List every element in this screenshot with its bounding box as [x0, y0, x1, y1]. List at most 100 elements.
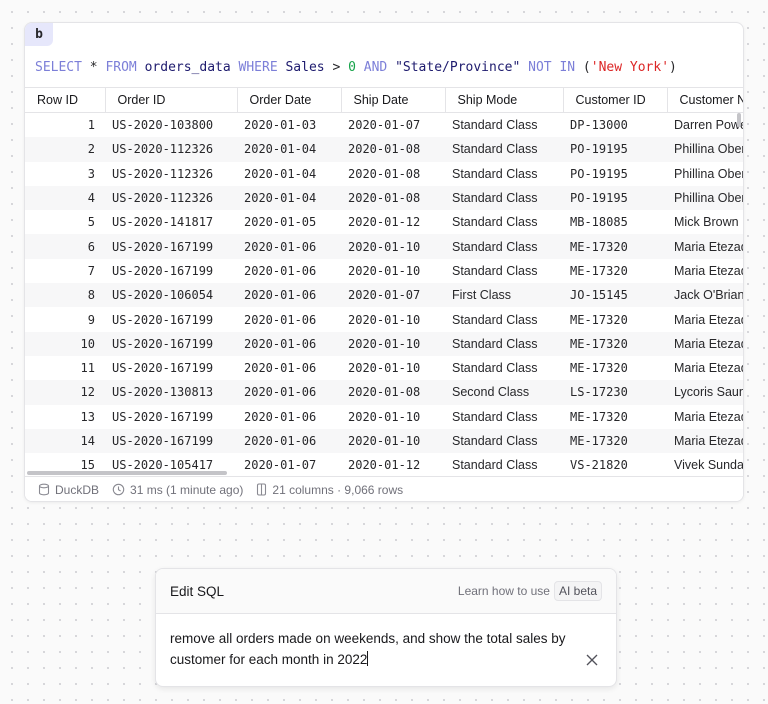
table-cell[interactable]: 2020-01-06: [237, 234, 341, 259]
table-cell[interactable]: Darren Powers: [667, 113, 743, 138]
table-cell[interactable]: 2020-01-06: [237, 307, 341, 331]
table-cell[interactable]: 2020-01-12: [341, 453, 445, 476]
table-cell[interactable]: First Class: [445, 283, 563, 308]
result-grid[interactable]: Row ID Order ID Order Date Ship Date Ship Mo…: [25, 87, 743, 476]
table-cell[interactable]: 9: [25, 307, 105, 331]
table-cell[interactable]: 1: [25, 113, 105, 138]
table-cell[interactable]: 5: [25, 210, 105, 234]
column-header[interactable]: Ship Mode: [445, 87, 564, 113]
table-cell[interactable]: 8: [25, 283, 105, 308]
table-cell[interactable]: Phillina Ober: [667, 185, 743, 211]
table-cell[interactable]: 2020-01-10: [341, 307, 445, 331]
table-cell[interactable]: 2020-01-06: [237, 283, 341, 308]
table-cell[interactable]: US-2020-167199: [105, 356, 237, 380]
close-icon[interactable]: [584, 652, 600, 668]
table-cell[interactable]: ME-17320: [563, 259, 667, 283]
table-cell[interactable]: US-2020-167199: [105, 331, 237, 356]
table-cell[interactable]: 10: [25, 331, 105, 356]
table-cell[interactable]: 6: [25, 234, 105, 259]
vertical-scrollbar[interactable]: [737, 113, 741, 127]
table-cell[interactable]: 2020-01-07: [237, 453, 341, 476]
table-cell[interactable]: Lycoris Saunders: [667, 380, 743, 405]
table-cell[interactable]: 12: [25, 380, 105, 405]
learn-how-link[interactable]: Learn how to use AI beta: [458, 581, 602, 601]
table-row[interactable]: 7 US-2020-167199 2020-01-06 2020-01-10 Stand…: [25, 259, 743, 283]
table-cell[interactable]: VS-21820: [563, 453, 667, 476]
table-cell[interactable]: Standard Class: [445, 259, 563, 283]
table-cell[interactable]: Standard Class: [445, 307, 563, 331]
table-cell[interactable]: Maria Etezadi: [667, 234, 743, 259]
table-row[interactable]: 2 US-2020-112326 2020-01-04 2020-01-08 Stand…: [25, 137, 743, 162]
table-cell[interactable]: PO-19195: [563, 162, 667, 186]
table-row[interactable]: 4 US-2020-112326 2020-01-04 2020-01-08 Stand…: [25, 185, 743, 211]
table-cell[interactable]: MB-18085: [563, 210, 667, 234]
table-cell[interactable]: ME-17320: [563, 356, 667, 380]
table-cell[interactable]: Maria Etezadi: [667, 307, 743, 331]
table-cell[interactable]: Jack O'Briant: [667, 283, 743, 308]
table-cell[interactable]: DP-13000: [563, 113, 667, 138]
table-cell[interactable]: PO-19195: [563, 137, 667, 162]
table-cell[interactable]: 11: [25, 356, 105, 380]
table-row[interactable]: 1 US-2020-103800 2020-01-03 2020-01-07 Stand…: [25, 113, 743, 138]
column-header[interactable]: Customer Na: [667, 87, 743, 113]
table-cell[interactable]: 2020-01-08: [341, 137, 445, 162]
column-header[interactable]: Ship Date: [341, 87, 446, 113]
table-cell[interactable]: US-2020-130813: [105, 380, 237, 405]
table-cell[interactable]: 2020-01-10: [341, 234, 445, 259]
table-cell[interactable]: 4: [25, 185, 105, 211]
table-cell[interactable]: 2020-01-04: [237, 137, 341, 162]
table-cell[interactable]: Standard Class: [445, 162, 563, 186]
table-cell[interactable]: US-2020-167199: [105, 428, 237, 454]
table-cell[interactable]: US-2020-112326: [105, 185, 237, 211]
horizontal-scrollbar[interactable]: [27, 471, 227, 475]
table-cell[interactable]: 2020-01-06: [237, 356, 341, 380]
table-cell[interactable]: US-2020-167199: [105, 307, 237, 331]
table-cell[interactable]: US-2020-167199: [105, 405, 237, 429]
table-cell[interactable]: Second Class: [445, 380, 563, 405]
table-cell[interactable]: 2020-01-08: [341, 162, 445, 186]
table-row[interactable]: 8 US-2020-106054 2020-01-06 2020-01-07 First…: [25, 283, 743, 308]
table-cell[interactable]: Standard Class: [445, 137, 563, 162]
table-cell[interactable]: 2: [25, 137, 105, 162]
table-cell[interactable]: 2020-01-06: [237, 331, 341, 356]
cell-name-tag[interactable]: b: [25, 23, 53, 46]
table-cell[interactable]: ME-17320: [563, 331, 667, 356]
table-cell[interactable]: Standard Class: [445, 453, 563, 476]
table-cell[interactable]: US-2020-112326: [105, 162, 237, 186]
table-cell[interactable]: Standard Class: [445, 356, 563, 380]
table-cell[interactable]: 3: [25, 162, 105, 186]
column-header[interactable]: Order ID: [105, 87, 238, 113]
learn-how-label[interactable]: Learn how to use: [458, 584, 550, 598]
table-cell[interactable]: Standard Class: [445, 331, 563, 356]
table-cell[interactable]: 2020-01-06: [237, 405, 341, 429]
table-row[interactable]: 9 US-2020-167199 2020-01-06 2020-01-10 Stand…: [25, 307, 743, 331]
table-cell[interactable]: Vivek Sundaresam: [667, 453, 743, 476]
table-cell[interactable]: Standard Class: [445, 428, 563, 454]
table-cell[interactable]: Standard Class: [445, 185, 563, 211]
table-cell[interactable]: 7: [25, 259, 105, 283]
table-cell[interactable]: 2020-01-08: [341, 380, 445, 405]
table-cell[interactable]: ME-17320: [563, 405, 667, 429]
table-cell[interactable]: 2020-01-10: [341, 428, 445, 454]
table-cell[interactable]: ME-17320: [563, 234, 667, 259]
table-cell[interactable]: ME-17320: [563, 307, 667, 331]
table-row[interactable]: 10 US-2020-167199 2020-01-06 2020-01-10 Stan…: [25, 331, 743, 356]
table-row[interactable]: 11 US-2020-167199 2020-01-06 2020-01-10 Stan…: [25, 356, 743, 380]
table-cell[interactable]: 2020-01-07: [341, 113, 445, 138]
table-cell[interactable]: Standard Class: [445, 113, 563, 138]
table-cell[interactable]: Standard Class: [445, 210, 563, 234]
table-cell[interactable]: 2020-01-03: [237, 113, 341, 138]
table-cell[interactable]: Maria Etezadi: [667, 428, 743, 454]
table-cell[interactable]: US-2020-103800: [105, 113, 237, 138]
table-cell[interactable]: PO-19195: [563, 185, 667, 211]
table-row[interactable]: 5 US-2020-141817 2020-01-05 2020-01-12 Stand…: [25, 210, 743, 234]
column-header[interactable]: Customer ID: [563, 87, 668, 113]
table-cell[interactable]: 2020-01-04: [237, 185, 341, 211]
table-cell[interactable]: US-2020-112326: [105, 137, 237, 162]
table-cell[interactable]: JO-15145: [563, 283, 667, 308]
table-cell[interactable]: US-2020-106054: [105, 283, 237, 308]
table-cell[interactable]: US-2020-167199: [105, 234, 237, 259]
table-cell[interactable]: 13: [25, 405, 105, 429]
table-cell[interactable]: 14: [25, 428, 105, 454]
table-cell[interactable]: Maria Etezadi: [667, 356, 743, 380]
